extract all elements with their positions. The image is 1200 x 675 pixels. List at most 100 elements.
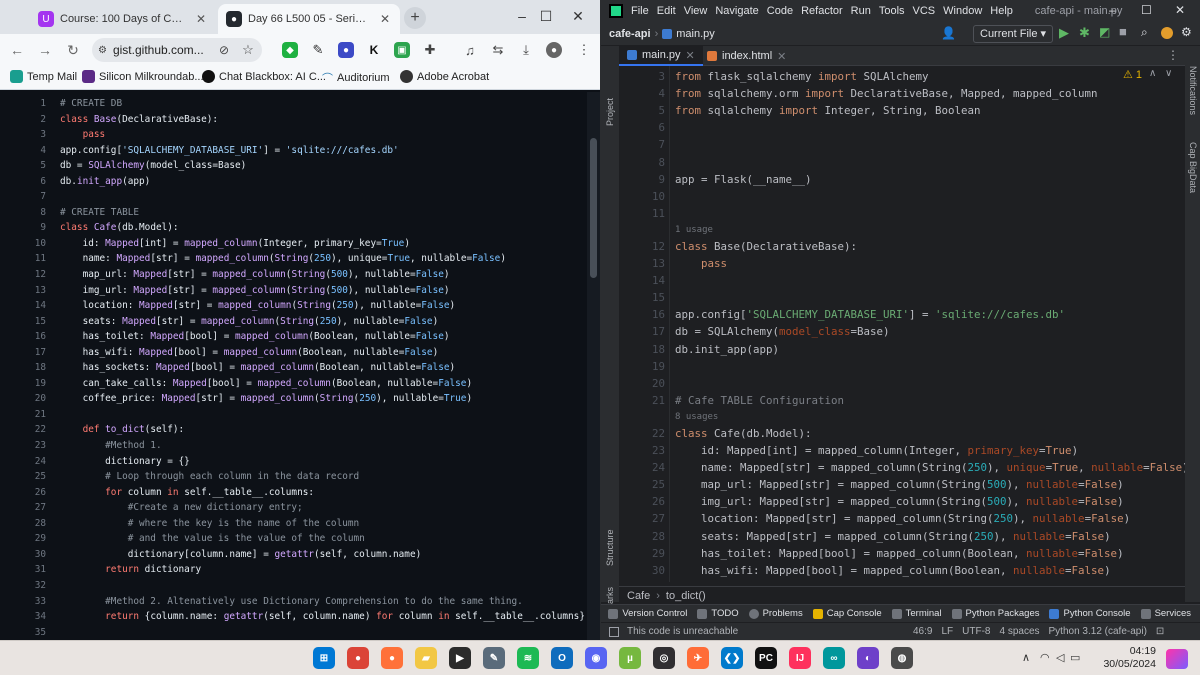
code-editor[interactable]: 3 from flask_sqlalchemy import SQLAlchemy… bbox=[619, 66, 1185, 582]
notification-icon[interactable] bbox=[1166, 649, 1188, 669]
chevron-up-icon[interactable]: ∧ bbox=[1022, 651, 1030, 664]
tool-services[interactable]: Services bbox=[1140, 608, 1191, 619]
spotify-icon[interactable]: ≋ bbox=[517, 647, 539, 669]
media-icon[interactable]: ♫ bbox=[462, 42, 478, 58]
recorder-icon[interactable]: ◍ bbox=[891, 647, 913, 669]
bookmark-blackbox[interactable]: Chat Blackbox: AI C... bbox=[202, 70, 326, 83]
close-icon[interactable]: ✕ bbox=[686, 49, 695, 62]
tab-index-html[interactable]: index.html ✕ bbox=[699, 46, 794, 66]
translate-icon[interactable]: ⇆ bbox=[490, 42, 506, 58]
chevron-up-icon[interactable]: ∧ bbox=[1149, 68, 1156, 79]
volume-icon[interactable]: ◁ bbox=[1056, 651, 1064, 664]
python-interpreter[interactable]: Python 3.12 (cafe-api) bbox=[1049, 626, 1147, 637]
chevron-down-icon[interactable]: ∨ bbox=[1165, 68, 1172, 79]
menu-navigate[interactable]: Navigate bbox=[715, 5, 758, 17]
indent-setting[interactable]: 4 spaces bbox=[999, 626, 1039, 637]
usages-inlay[interactable]: 8 usages bbox=[675, 410, 718, 424]
k-extension-icon[interactable]: K bbox=[366, 42, 382, 58]
vscode-icon[interactable]: ❮❯ bbox=[721, 647, 743, 669]
run-icon[interactable]: ▶ bbox=[1059, 25, 1069, 41]
tool-python-packages[interactable]: Python Packages bbox=[951, 608, 1039, 619]
tool-problems[interactable]: Problems bbox=[748, 608, 803, 619]
close-window-icon[interactable]: ✕ bbox=[568, 8, 588, 25]
arduino-icon[interactable]: ∞ bbox=[823, 647, 845, 669]
search-icon[interactable]: ⌕ bbox=[1141, 25, 1148, 40]
file-encoding[interactable]: UTF-8 bbox=[962, 626, 990, 637]
stop-icon[interactable]: ■ bbox=[1119, 24, 1127, 39]
more-tabs-icon[interactable]: ⋮ bbox=[1167, 48, 1179, 62]
menu-help[interactable]: Help bbox=[990, 5, 1013, 17]
line-separator[interactable]: LF bbox=[941, 626, 953, 637]
tab-main-py[interactable]: main.py ✕ bbox=[619, 46, 703, 66]
menu-vcs[interactable]: VCS bbox=[913, 5, 936, 17]
menu-edit[interactable]: Edit bbox=[657, 5, 676, 17]
tool-python-console[interactable]: Python Console bbox=[1049, 608, 1131, 619]
caret-position[interactable]: 46:9 bbox=[913, 626, 932, 637]
minimize-icon[interactable]: – bbox=[1109, 3, 1116, 17]
avatar[interactable]: ● bbox=[546, 42, 562, 58]
tools-icon[interactable]: ✎ bbox=[483, 647, 505, 669]
tab-gist[interactable]: ● Day 66 L500 05 - Serialising a d ✕ bbox=[218, 4, 400, 34]
structure-tool-button[interactable]: Structure bbox=[605, 529, 615, 566]
bookmark-temp-mail[interactable]: Temp Mail bbox=[10, 70, 77, 83]
menu-view[interactable]: View bbox=[684, 5, 708, 17]
project-tool-button[interactable]: Project bbox=[605, 98, 615, 126]
maximize-icon[interactable]: ☐ bbox=[1141, 3, 1152, 17]
status-toggle-icon[interactable] bbox=[609, 626, 619, 637]
firefox-icon[interactable]: ● bbox=[381, 647, 403, 669]
tool-todo[interactable]: TODO bbox=[697, 608, 739, 619]
back-arrow-icon[interactable]: ← bbox=[6, 42, 28, 58]
scrollbar-thumb[interactable] bbox=[590, 138, 597, 278]
close-icon[interactable]: ✕ bbox=[378, 12, 392, 26]
github-desktop-icon[interactable]: ◐ bbox=[857, 647, 879, 669]
page-scrollbar[interactable] bbox=[587, 92, 600, 640]
extension-icon[interactable]: ◆ bbox=[282, 42, 298, 58]
battery-icon[interactable]: ▭ bbox=[1070, 651, 1080, 664]
discord-icon[interactable]: ◉ bbox=[585, 647, 607, 669]
menu-code[interactable]: Code bbox=[767, 5, 793, 17]
extension-icon[interactable]: ● bbox=[338, 42, 354, 58]
maximize-icon[interactable]: ☐ bbox=[536, 8, 556, 25]
bigdata-tool-button[interactable]: Cap BigData bbox=[1188, 142, 1198, 193]
file-explorer-icon[interactable]: ▰ bbox=[415, 647, 437, 669]
tool-terminal[interactable]: Terminal bbox=[891, 608, 942, 619]
current-file-crumb[interactable]: main.py bbox=[676, 28, 715, 40]
more-menu-icon[interactable]: ⋮ bbox=[576, 42, 592, 58]
menu-run[interactable]: Run bbox=[851, 5, 871, 17]
usages-inlay[interactable]: 1 usage bbox=[675, 223, 713, 237]
obs-icon[interactable]: ◎ bbox=[653, 647, 675, 669]
puzzle-icon[interactable]: ✚ bbox=[422, 42, 438, 58]
download-icon[interactable]: ⤓ bbox=[518, 42, 534, 58]
warning-icon[interactable]: ⚠ 1 bbox=[1123, 68, 1142, 81]
project-name[interactable]: cafe-api bbox=[609, 28, 651, 40]
wifi-icon[interactable]: ◠ bbox=[1040, 651, 1050, 664]
utorrent-icon[interactable]: µ bbox=[619, 647, 641, 669]
bookmark-acrobat[interactable]: Adobe Acrobat bbox=[400, 70, 489, 83]
close-window-icon[interactable]: ✕ bbox=[1175, 3, 1185, 17]
menu-refactor[interactable]: Refactor bbox=[801, 5, 843, 17]
tool-cap-console[interactable]: Cap Console bbox=[812, 608, 882, 619]
tool-version-control[interactable]: Version Control bbox=[608, 608, 687, 619]
menu-window[interactable]: Window bbox=[943, 5, 982, 17]
extension-icon[interactable]: ▣ bbox=[394, 42, 410, 58]
intellij-icon[interactable]: IJ bbox=[789, 647, 811, 669]
bookmark-silicon[interactable]: Silicon Milkroundab... bbox=[82, 70, 204, 83]
site-info-icon[interactable]: ⚙ bbox=[98, 45, 107, 56]
breadcrumb-class[interactable]: Cafe bbox=[627, 590, 650, 602]
debug-icon[interactable]: ✱ bbox=[1079, 25, 1090, 41]
notifications-tool-button[interactable]: Notifications bbox=[1188, 66, 1198, 115]
postman-icon[interactable]: ✈ bbox=[687, 647, 709, 669]
breadcrumb-method[interactable]: to_dict() bbox=[666, 590, 706, 602]
add-user-icon[interactable]: 👤 bbox=[941, 26, 956, 40]
menu-tools[interactable]: Tools bbox=[879, 5, 905, 17]
eyedropper-icon[interactable]: ✎ bbox=[310, 42, 326, 58]
windows-start-icon[interactable]: ⊞ bbox=[313, 647, 335, 669]
update-icon[interactable] bbox=[1161, 27, 1173, 39]
star-icon[interactable]: ☆ bbox=[240, 42, 256, 58]
lock-icon[interactable]: ⊡ bbox=[1156, 626, 1164, 637]
bookmark-auditorium[interactable]: ⌒ Auditorium bbox=[322, 70, 390, 86]
address-bar[interactable]: ⚙ gist.github.com... bbox=[92, 38, 262, 62]
menu-file[interactable]: File bbox=[631, 5, 649, 17]
chrome-icon[interactable]: ● bbox=[347, 647, 369, 669]
forward-arrow-icon[interactable]: → bbox=[34, 42, 56, 58]
